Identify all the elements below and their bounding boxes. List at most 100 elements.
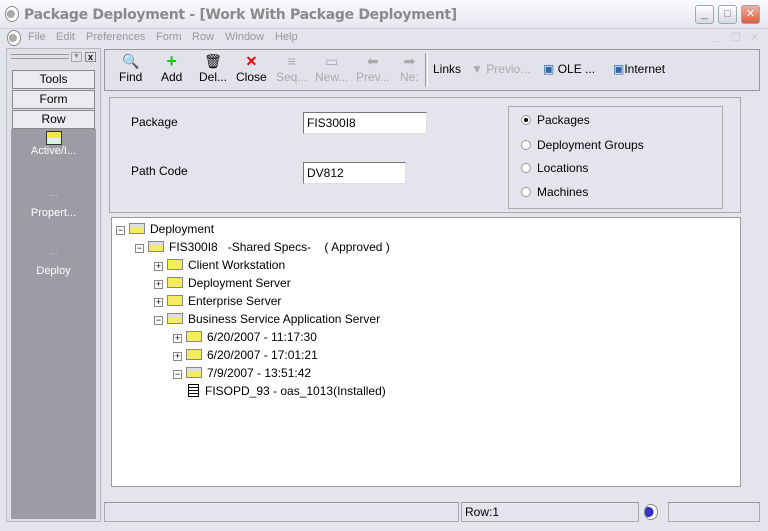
close-panel-icon[interactable]: x <box>85 52 96 62</box>
internet-link[interactable]: ▣Internet <box>613 62 665 76</box>
delete-label: Del... <box>199 70 228 84</box>
collapse-icon[interactable]: − <box>154 316 163 325</box>
menu-help[interactable]: Help <box>275 31 298 43</box>
internet-globe-icon: ▣ <box>613 62 625 76</box>
collapse-icon[interactable]: − <box>173 370 182 379</box>
tree-node[interactable]: + Enterprise Server <box>154 293 281 309</box>
folder-icon <box>167 259 183 270</box>
sidebar-item-active[interactable]: Active/I... <box>11 131 96 157</box>
folder-icon <box>186 367 202 378</box>
view-radio-group: Packages Deployment Groups Locations Mac… <box>508 106 723 209</box>
sidebar-item-properties[interactable]: ⋯ Propert... <box>11 191 96 219</box>
sidebar-item-label: Active/I... <box>30 145 77 157</box>
menu-window[interactable]: Window <box>225 31 264 43</box>
trash-icon: 🗑 <box>204 53 222 69</box>
previous-link-label: Previo... <box>486 62 531 76</box>
next-button[interactable]: ➡ Ne: <box>400 53 419 84</box>
status-globe-icon <box>641 502 666 522</box>
drag-handle[interactable] <box>11 54 69 59</box>
expand-icon[interactable]: + <box>154 262 163 271</box>
radio-label: Deployment Groups <box>537 138 644 152</box>
radio-packages[interactable]: Packages <box>521 113 590 127</box>
delete-button[interactable]: 🗑 Del... <box>199 53 227 84</box>
tree-node-label: Deployment Server <box>188 276 291 290</box>
app-menu-icon[interactable] <box>7 30 21 46</box>
sequence-label: Seq... <box>276 70 308 84</box>
tree-node[interactable]: + Deployment Server <box>154 275 291 291</box>
previous-button[interactable]: ⬅ Prev... <box>356 53 390 84</box>
radio-selected-icon <box>521 115 531 125</box>
deployment-tree[interactable]: − Deployment − FIS300I8 -Shared Specs- ( Ap… <box>111 217 741 487</box>
new-button[interactable]: ▭ New... <box>315 53 348 84</box>
path-code-label: Path Code <box>131 164 188 178</box>
sidebar-row-button[interactable]: Row <box>12 110 95 129</box>
toolbar-separator <box>425 53 428 87</box>
properties-icon: ⋯ <box>49 191 58 200</box>
menu-file[interactable]: File <box>28 31 46 43</box>
menu-form[interactable]: Form <box>156 31 182 43</box>
tree-node[interactable]: FISOPD_93 - oas_1013(Installed) <box>188 383 386 399</box>
menu-row[interactable]: Row <box>192 31 214 43</box>
sequence-button[interactable]: ≡ Seq... <box>276 53 307 84</box>
tree-node-label: Deployment <box>150 222 215 236</box>
mdi-close-button[interactable]: ✕ <box>750 31 759 44</box>
path-code-input[interactable]: DV812 <box>303 162 406 184</box>
tree-node[interactable]: − 7/9/2007 - 13:51:42 <box>173 365 311 381</box>
tree-node[interactable]: +6/20/2007 - 17:01:21 <box>173 347 318 363</box>
expand-icon[interactable]: + <box>154 298 163 307</box>
document-icon <box>188 384 199 397</box>
expand-icon[interactable]: + <box>173 352 182 361</box>
status-pane <box>104 502 459 522</box>
toolbar: 🔍 Find + Add 🗑 Del... ✕ Close ≡ Seq... ▭ New..… <box>104 49 760 91</box>
sidebar-item-deploy[interactable]: ⋯ Deploy <box>11 249 96 277</box>
tree-node-label: Enterprise Server <box>188 294 282 308</box>
folder-icon <box>129 223 145 234</box>
menu-bar: File Edit Preferences Form Row Window He… <box>0 29 768 47</box>
app-globe-icon <box>5 6 19 22</box>
radio-icon <box>521 187 531 197</box>
close-button[interactable]: ✕ Close <box>236 53 267 84</box>
mdi-minimize-button[interactable]: _ <box>712 31 718 43</box>
collapse-icon[interactable]: − <box>135 244 144 253</box>
menu-edit[interactable]: Edit <box>56 31 75 43</box>
minimize-button[interactable]: _ <box>695 5 714 24</box>
maximize-button[interactable]: □ <box>718 5 737 24</box>
collapse-icon[interactable]: − <box>116 226 125 235</box>
radio-label: Machines <box>537 185 589 199</box>
package-input[interactable]: FIS300I8 <box>303 112 427 134</box>
x-icon: ✕ <box>245 53 258 69</box>
previous-link[interactable]: ▼ Previo... <box>471 62 530 76</box>
tree-node[interactable]: + Client Workstation <box>154 257 285 273</box>
close-window-button[interactable]: ✕ <box>741 5 760 24</box>
radio-machines[interactable]: Machines <box>521 185 588 199</box>
radio-locations[interactable]: Locations <box>521 161 588 175</box>
folder-icon <box>186 331 202 342</box>
tree-node[interactable]: − FIS300I8 -Shared Specs- ( Approved ) <box>135 239 390 255</box>
tree-node[interactable]: +6/20/2007 - 11:17:30 <box>173 329 317 345</box>
find-button[interactable]: 🔍 Find <box>119 53 142 84</box>
dropdown-icon[interactable]: ▼ <box>71 52 82 62</box>
status-bar: Row:1 <box>104 502 760 522</box>
folder-icon <box>167 295 183 306</box>
radio-icon <box>521 140 531 150</box>
sidebar-tools-button[interactable]: Tools <box>12 70 95 89</box>
tree-node-label: FISOPD_93 - oas_1013(Installed) <box>205 384 386 398</box>
tree-node[interactable]: − Business Service Application Server <box>154 311 380 327</box>
sidebar-item-label: Propert... <box>30 207 77 219</box>
expand-icon[interactable]: + <box>173 334 182 343</box>
links-label: Links <box>433 62 462 76</box>
menu-preferences[interactable]: Preferences <box>86 31 145 43</box>
tree-node[interactable]: − Deployment <box>116 221 214 237</box>
ole-link[interactable]: ▣ OLE ... <box>543 62 595 76</box>
sidebar-form-button[interactable]: Form <box>12 90 95 109</box>
add-button[interactable]: + Add <box>161 52 182 84</box>
next-label: Ne: <box>400 70 419 84</box>
expand-icon[interactable]: + <box>154 280 163 289</box>
exit-bar: ▼ x Tools Form Row Active/I... ⋯ Propert… <box>6 48 101 522</box>
sidebar-item-label: Deploy <box>36 265 71 277</box>
radio-deployment-groups[interactable]: Deployment Groups <box>521 138 644 152</box>
tree-node-label: FIS300I8 -Shared Specs- ( Approved ) <box>169 240 390 254</box>
next-icon: ➡ <box>403 53 416 69</box>
mdi-restore-button[interactable]: ❐ <box>731 31 741 44</box>
radio-label: Packages <box>537 113 590 127</box>
